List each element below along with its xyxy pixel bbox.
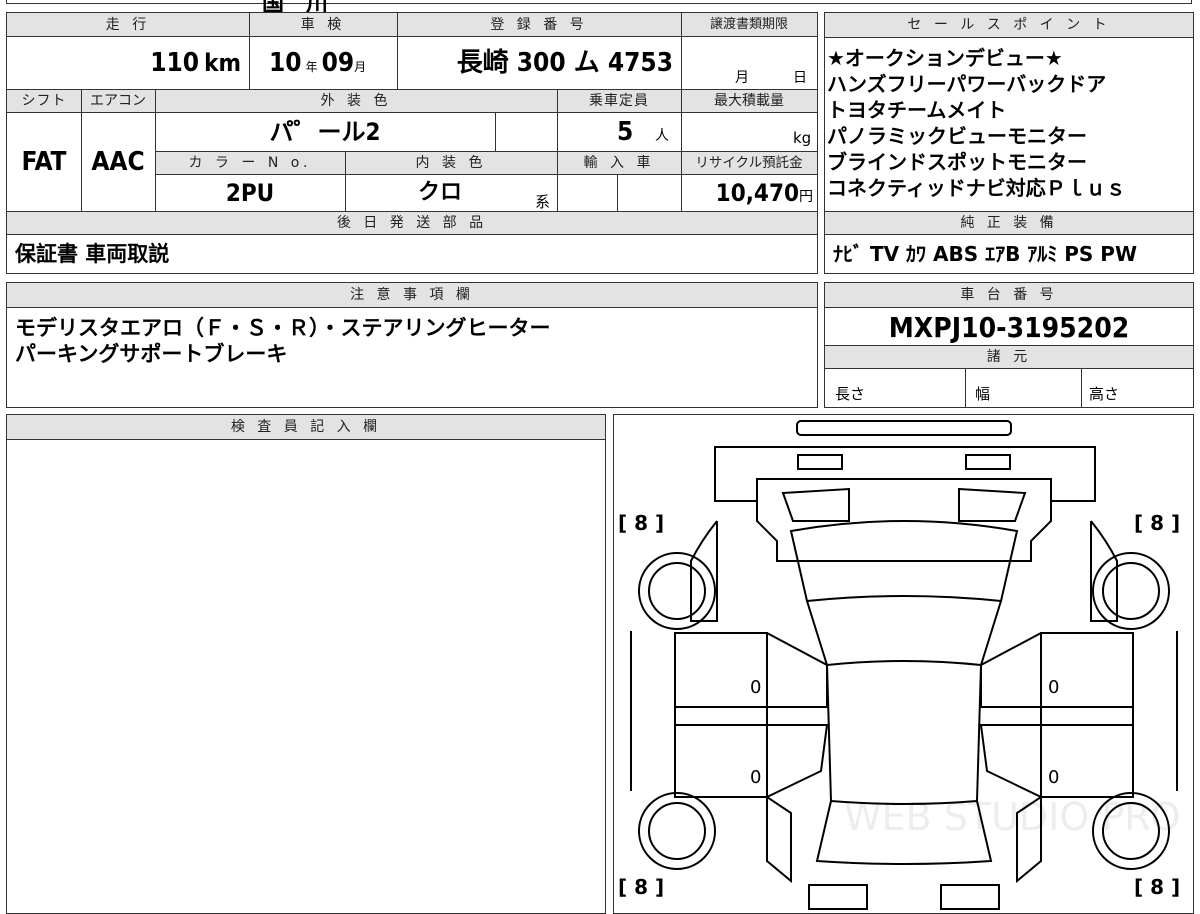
top-strip (6, 0, 1192, 4)
car-diagram-panel: [ 8 ] [ 8 ] [ 8 ] [ 8 ] 0 0 0 0 WEB STUD… (613, 414, 1194, 914)
sales-item: ★オークションデビュー★ (827, 46, 1063, 70)
watermark: WEB STUDIO PRO (844, 795, 1181, 839)
spec-width-label: 幅 (975, 385, 991, 403)
color-no-header: カ ラ ー N o. (188, 155, 312, 171)
chassis-panel: 車 台 番 号 MXPJ10-3195202 諸 元 長さ 幅 高さ (824, 282, 1194, 408)
equipment-value: ﾅﾋﾞ TV ｶﾜ ABS ｴｱB ｱﾙﾐ PS PW (833, 242, 1138, 266)
sales-item: コネクティッドナビ対応Ｐｌｕｓ (827, 176, 1126, 200)
aircon-header: エアコン (90, 93, 146, 109)
mileage-value: 110 km (150, 48, 241, 78)
tire-front-right-label: [ 8 ] (1134, 511, 1181, 535)
tire-rear-left-label: [ 8 ] (618, 875, 665, 899)
spec-height-label: 高さ (1089, 385, 1120, 403)
recycle-header: リサイクル預託金 (695, 155, 803, 171)
shift-header: シフト (21, 93, 67, 109)
door-front-right-value: 0 (1048, 677, 1060, 698)
vehicle-info-table: 走 行 車 検 登 録 番 号 譲渡書類期限 110 km 10 年 09月 長崎 3… (6, 12, 818, 274)
sales-item: トヨタチームメイト (827, 98, 1007, 122)
mileage-header: 走 行 (105, 17, 151, 33)
door-front-left-value: 0 (750, 677, 762, 698)
door-rear-right-value: 0 (1048, 767, 1060, 788)
registration-header: 登 録 番 号 (490, 17, 588, 33)
maxload-unit: kg (793, 129, 812, 147)
interior-header: 内 装 色 (415, 155, 487, 171)
deadline-header: 譲渡書類期限 (709, 17, 788, 32)
inspection-value: 10 年 09月 (269, 48, 367, 78)
recycle-value: 10,470円 (715, 179, 813, 207)
specs-header: 諸 元 (986, 349, 1032, 365)
notes-list: モデリスタエアロ（Ｆ・Ｓ・Ｒ）・ステアリングヒーター パーキングサポートブレーキ (15, 315, 551, 367)
tire-rear-right-label: [ 8 ] (1134, 875, 1181, 899)
note-line: パーキングサポートブレーキ (15, 342, 288, 366)
interior-value: クロ (417, 180, 462, 205)
capacity-header: 乗車定員 (589, 93, 649, 109)
notes-panel: 注 意 事 項 欄 モデリスタエアロ（Ｆ・Ｓ・Ｒ）・ステアリングヒーター パーキ… (6, 282, 818, 408)
sales-header: セ ー ル ス ポ イ ン ト (907, 17, 1111, 33)
deadline-value: 月 日 (735, 70, 807, 86)
registration-value: 長崎 300 ム 4753 (456, 48, 673, 78)
aircon-value: AAC (91, 147, 145, 177)
spec-length-label: 長さ (835, 385, 866, 403)
color-no-value: 2PU (225, 179, 275, 207)
import-header: 輸 入 車 (583, 155, 655, 171)
inspector-panel: 検 査 員 記 入 欄 (6, 414, 606, 914)
notes-header: 注 意 事 項 欄 (350, 287, 474, 303)
parts-value: 保証書 車両取説 (15, 242, 170, 266)
sales-item: パノラミックビューモニター (827, 124, 1087, 148)
capacity-value: 5 人 (617, 117, 669, 147)
sales-points-panel: セ ー ル ス ポ イ ン ト ★オークションデビュー★ ハンズフリーパワーバッ… (824, 12, 1194, 274)
chassis-header: 車 台 番 号 (960, 287, 1058, 303)
inspection-header: 車 検 (300, 17, 346, 33)
chassis-number: MXPJ10-3195202 (888, 311, 1130, 344)
shift-value: FAT (21, 147, 67, 177)
maxload-header: 最大積載量 (714, 93, 784, 109)
sales-item: ハンズフリーパワーバックドア (827, 72, 1107, 96)
note-line: モデリスタエアロ（Ｆ・Ｓ・Ｒ）・ステアリングヒーター (15, 316, 551, 340)
exterior-value: パ゜ール2 (269, 118, 381, 146)
inspector-header: 検 査 員 記 入 欄 (230, 419, 382, 435)
equipment-header: 純 正 装 備 (960, 215, 1058, 231)
parts-header: 後 日 発 送 部 品 (336, 215, 488, 231)
door-rear-left-value: 0 (750, 767, 762, 788)
exterior-header: 外 装 色 (320, 93, 392, 109)
tire-front-left-label: [ 8 ] (618, 511, 665, 535)
sales-item: ブラインドスポットモニター (827, 150, 1087, 174)
sales-list: ★オークションデビュー★ ハンズフリーパワーバックドア トヨタチームメイト パノ… (827, 45, 1126, 201)
interior-unit: 系 (535, 193, 551, 211)
